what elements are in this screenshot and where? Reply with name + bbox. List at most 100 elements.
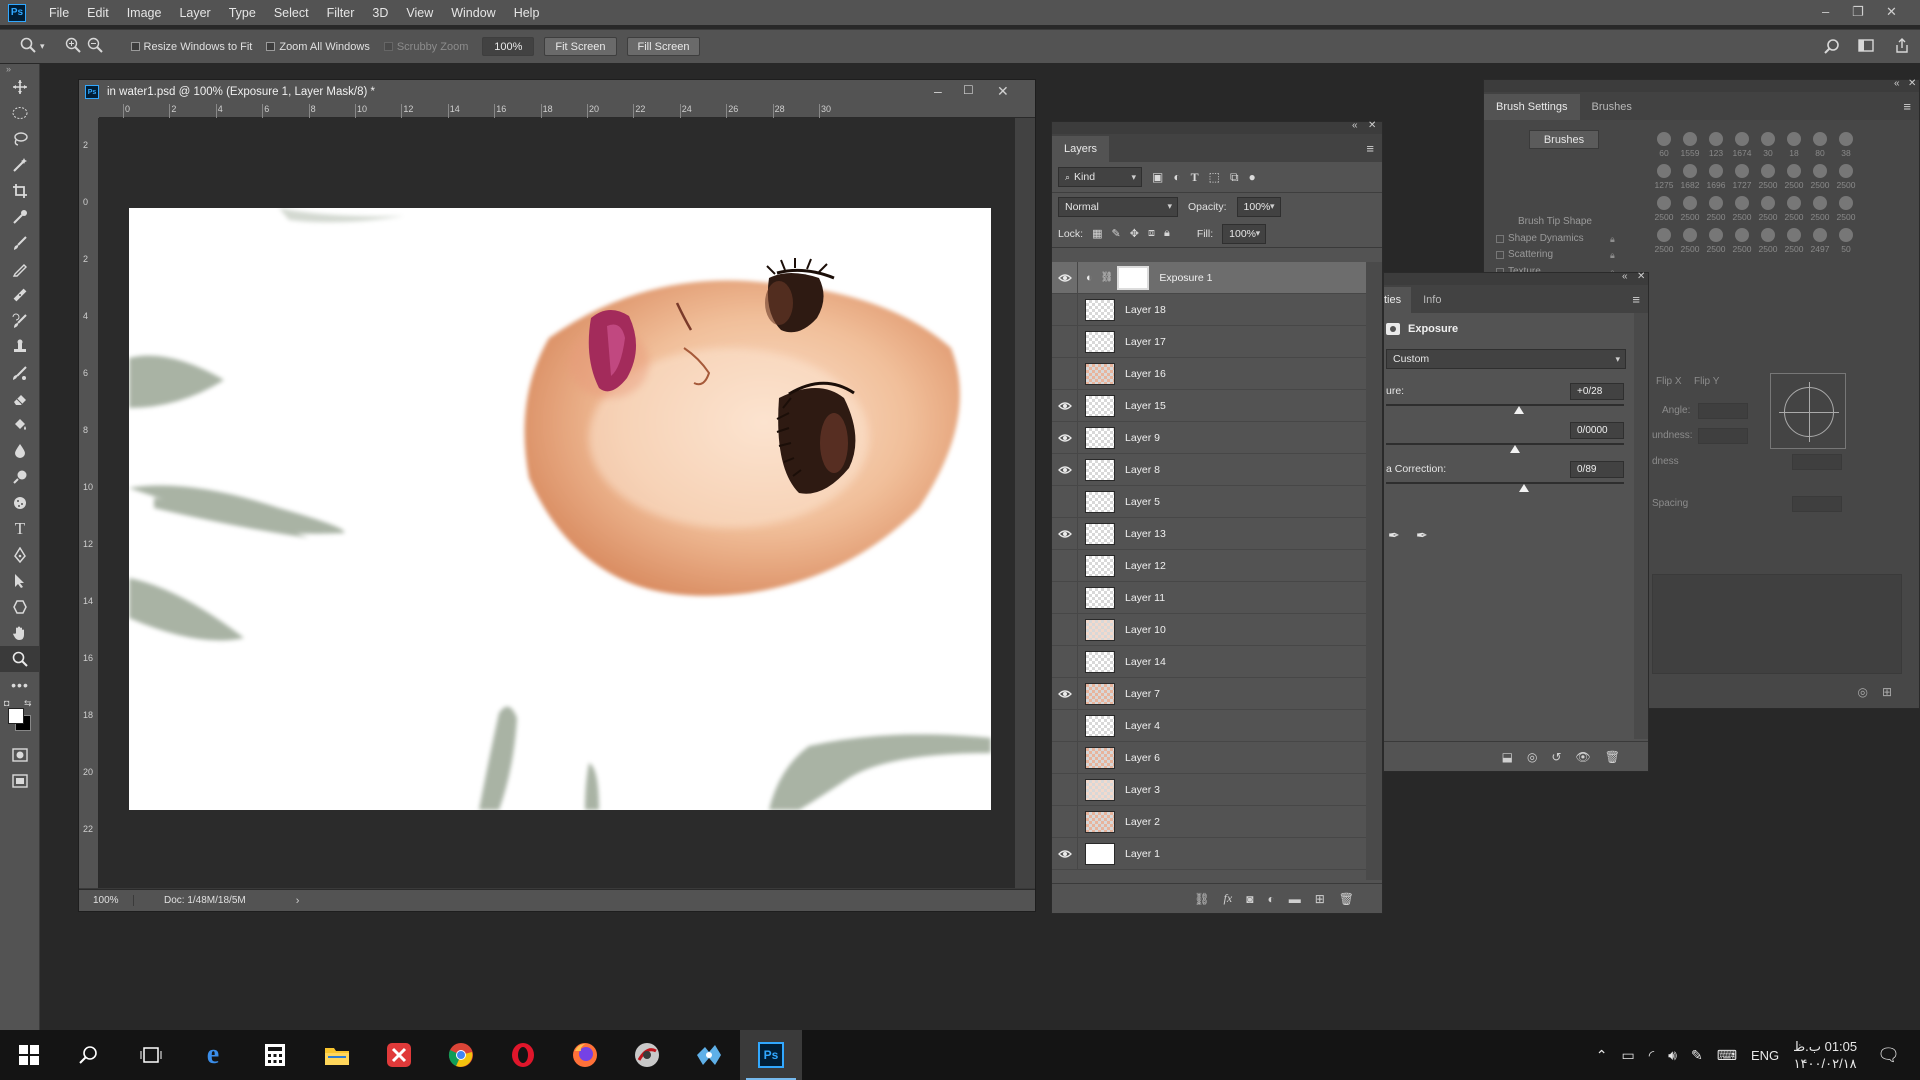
share-icon[interactable] [1894, 38, 1910, 57]
layer-name[interactable]: Layer 13 [1125, 528, 1166, 540]
fill-field[interactable]: 100% ▾ [1222, 223, 1267, 244]
brush-tip-preset[interactable]: 2500 [1756, 194, 1780, 224]
zoom-all-checkbox[interactable]: Zoom All Windows [266, 41, 370, 53]
visibility-eye-icon[interactable]: 👁︎ [1576, 750, 1591, 764]
app-minimize-button[interactable]: – [1822, 4, 1829, 19]
brush-tip-preset[interactable]: 2500 [1808, 162, 1832, 192]
brush-tip-preset[interactable]: 2500 [1808, 194, 1832, 224]
app-close-button[interactable]: ✕ [1886, 4, 1897, 20]
layer-thumbnail[interactable] [1085, 458, 1115, 481]
menu-filter[interactable]: Filter [318, 6, 364, 20]
search-button[interactable] [58, 1030, 120, 1080]
layer-name[interactable]: Exposure 1 [1159, 272, 1212, 284]
foreground-color-swatch[interactable] [8, 708, 24, 724]
eyedropper-tool-icon[interactable] [0, 204, 40, 230]
layer-thumbnail[interactable] [1085, 650, 1115, 673]
brush-tip-preset[interactable]: 2500 [1756, 226, 1780, 256]
brush-option-checkbox[interactable] [1496, 251, 1504, 259]
brush-tip-preset[interactable]: 30 [1756, 130, 1780, 160]
layer-thumbnail[interactable] [1085, 746, 1115, 769]
app-restore-button[interactable]: ❐ [1852, 4, 1864, 20]
clip-to-layer-icon[interactable]: ⬓ [1502, 750, 1513, 764]
link-layers-icon[interactable]: ⛓ [1194, 892, 1209, 906]
scrubby-zoom-checkbox[interactable]: Scrubby Zoom [383, 41, 468, 53]
properties-panel-topbar[interactable]: « ✕ [1384, 271, 1648, 285]
pencil-tool-icon[interactable] [0, 256, 40, 282]
layer-thumbnail[interactable] [1085, 554, 1115, 577]
brush-tip-preset[interactable]: 50 [1834, 226, 1858, 256]
quick-mask-icon[interactable] [0, 742, 40, 768]
menu-layer[interactable]: Layer [170, 6, 219, 20]
layer-name[interactable]: Layer 7 [1125, 688, 1160, 700]
layer-thumbnail[interactable] [1085, 522, 1115, 545]
brush-tool-icon[interactable] [0, 230, 40, 256]
healing-brush-tool-icon[interactable] [0, 282, 40, 308]
resize-windows-checkbox[interactable]: Resize Windows to Fit [130, 41, 252, 53]
layer-name[interactable]: Layer 17 [1125, 336, 1166, 348]
layer-row[interactable]: Layer 15 [1052, 389, 1368, 422]
taskbar-firefox[interactable] [554, 1030, 616, 1080]
layer-row[interactable]: Layer 10 [1052, 613, 1368, 646]
visibility-eye-icon[interactable] [1052, 357, 1078, 390]
layers-scrollbar[interactable] [1366, 262, 1382, 880]
type-tool-icon[interactable]: T [0, 516, 40, 542]
angle-field[interactable] [1698, 403, 1748, 419]
brush-tip-preset[interactable]: 2500 [1704, 226, 1728, 256]
brushes-button[interactable]: Brushes [1529, 130, 1599, 149]
tab-brushes[interactable]: Brushes [1580, 94, 1644, 120]
new-layer-icon[interactable]: ⊞ [1315, 892, 1325, 906]
brush-tip-preset[interactable]: 2500 [1704, 194, 1728, 224]
brush-tip-preset[interactable]: 123 [1704, 130, 1728, 160]
filter-type-icon[interactable]: T [1191, 170, 1199, 185]
lock-pixels-icon[interactable]: ✎ [1112, 227, 1121, 240]
task-view-button[interactable] [120, 1030, 182, 1080]
panel-collapse-icon[interactable]: « [1352, 120, 1358, 131]
brush-tip-preset[interactable]: 2497 [1808, 226, 1832, 256]
layer-mask-thumbnail[interactable] [1117, 265, 1150, 290]
toggle-preview-icon[interactable]: ◎ [1857, 685, 1867, 699]
flip-y-label[interactable]: Flip Y [1694, 376, 1719, 387]
layer-row[interactable]: Layer 5 [1052, 485, 1368, 518]
layer-name[interactable]: Layer 3 [1125, 784, 1160, 796]
lock-position-icon[interactable]: ✥ [1130, 227, 1139, 240]
taskbar-app-red[interactable] [368, 1030, 430, 1080]
visibility-eye-icon[interactable] [1052, 837, 1078, 870]
brush-tip-preset[interactable]: 2500 [1782, 226, 1806, 256]
panel-close-icon[interactable]: ✕ [1908, 78, 1916, 89]
brush-tip-preset[interactable]: 80 [1808, 130, 1832, 160]
menu-help[interactable]: Help [505, 6, 549, 20]
eyedropper-sample-icon[interactable]: ✒ [1416, 527, 1428, 544]
brush-tip-preset[interactable]: 1275 [1652, 162, 1676, 192]
chevron-down-icon[interactable]: ▾ [40, 41, 45, 52]
lock-icon[interactable]: 🔒︎ [1610, 234, 1615, 245]
panel-menu-icon[interactable]: ≡ [1632, 292, 1640, 307]
layer-thumbnail[interactable] [1085, 810, 1115, 833]
filter-toggle-icon[interactable]: ● [1249, 170, 1256, 184]
roundness-field[interactable] [1698, 428, 1748, 444]
lasso-tool-icon[interactable] [0, 126, 40, 152]
taskbar-calculator[interactable] [244, 1030, 306, 1080]
status-zoom[interactable]: 100% [79, 895, 134, 906]
visibility-eye-icon[interactable] [1052, 293, 1078, 326]
layer-thumbnail[interactable] [1085, 330, 1115, 353]
hardness-field[interactable] [1792, 454, 1842, 470]
document-titlebar[interactable]: Ps in water1.psd @ 100% (Exposure 1, Lay… [79, 80, 1035, 104]
layer-row[interactable]: Layer 14 [1052, 645, 1368, 678]
panel-collapse-icon[interactable]: « [1894, 78, 1900, 89]
photoshop-logo[interactable]: Ps [8, 3, 26, 22]
menu-3d[interactable]: 3D [363, 6, 397, 20]
document-maximize-button[interactable]: ☐ [963, 83, 974, 97]
layer-name[interactable]: Layer 6 [1125, 752, 1160, 764]
layer-thumbnail[interactable] [1085, 714, 1115, 737]
preset-dropdown[interactable]: Custom ▾ [1386, 349, 1626, 369]
brush-option-item[interactable]: Brush Tip Shape [1518, 216, 1592, 227]
tab-brush-settings[interactable]: Brush Settings [1484, 94, 1580, 120]
layer-row[interactable]: Layer 3 [1052, 773, 1368, 806]
magic-wand-tool-icon[interactable] [0, 152, 40, 178]
layer-thumbnail[interactable] [1085, 394, 1115, 417]
delete-layer-icon[interactable]: 🗑︎ [1339, 892, 1354, 906]
layer-row[interactable]: Layer 17 [1052, 325, 1368, 358]
brush-tip-preset[interactable]: 2500 [1652, 226, 1676, 256]
brush-tip-preset[interactable]: 18 [1782, 130, 1806, 160]
layer-name[interactable]: Layer 2 [1125, 816, 1160, 828]
